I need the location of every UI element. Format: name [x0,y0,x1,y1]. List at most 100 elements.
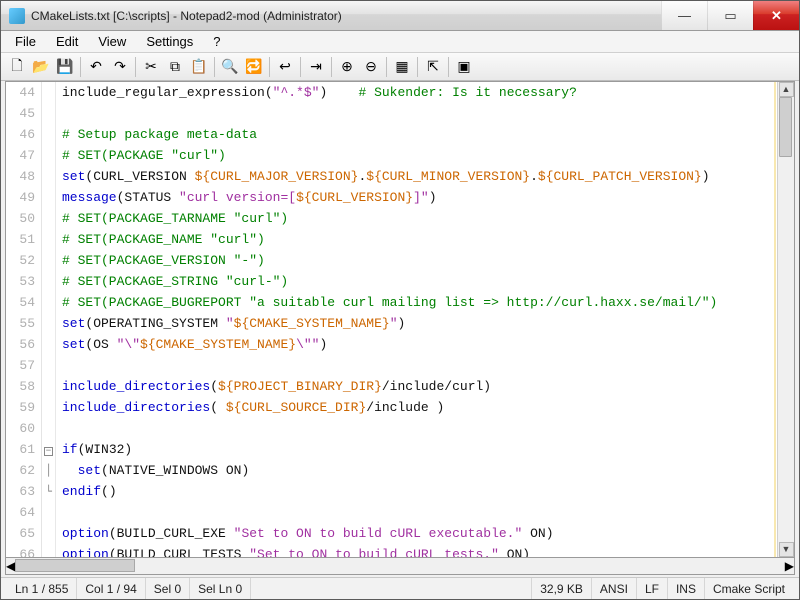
code-line[interactable]: if(WIN32) [62,439,777,460]
line-number[interactable]: 49 [6,187,35,208]
line-number[interactable]: 44 [6,82,35,103]
redo-icon[interactable]: ↷ [109,56,131,78]
line-number[interactable]: 64 [6,502,35,523]
code-area[interactable]: include_regular_expression("^.*$") # Suk… [56,82,777,557]
code-line[interactable] [62,418,777,439]
line-number[interactable]: 59 [6,397,35,418]
code-line[interactable]: # SET(PACKAGE_TARNAME "curl") [62,208,777,229]
code-line[interactable]: endif() [62,481,777,502]
code-line[interactable]: # Setup package meta-data [62,124,777,145]
status-col[interactable]: Col 1 / 94 [77,578,145,599]
editor[interactable]: 4445464748495051525354555657585960616263… [5,81,795,558]
status-mode[interactable]: INS [668,578,705,599]
line-number[interactable]: 55 [6,313,35,334]
code-line[interactable]: option(BUILD_CURL_EXE "Set to ON to buil… [62,523,777,544]
app-icon [9,8,25,24]
fold-marker[interactable]: │ [42,460,55,481]
zoom-in-icon[interactable]: ⊕ [336,56,358,78]
maximize-button[interactable]: ▭ [707,1,753,30]
vertical-scrollbar[interactable]: ▲ ▼ [777,82,794,557]
open-file-icon[interactable]: 📂 [30,56,52,78]
hscroll-thumb[interactable] [15,559,135,572]
line-number[interactable]: 62 [6,460,35,481]
vscroll-thumb[interactable] [779,97,792,157]
status-encoding[interactable]: ANSI [592,578,637,599]
fold-column[interactable]: −│└ [42,82,56,557]
line-number[interactable]: 58 [6,376,35,397]
wordwrap-icon[interactable]: ↩ [274,56,296,78]
line-number[interactable]: 50 [6,208,35,229]
line-number[interactable]: 45 [6,103,35,124]
line-number[interactable]: 48 [6,166,35,187]
code-line[interactable]: option(BUILD_CURL_TESTS "Set to ON to bu… [62,544,777,558]
replace-icon[interactable]: 🔁 [243,56,265,78]
code-line[interactable] [62,103,777,124]
code-line[interactable] [62,355,777,376]
status-sel[interactable]: Sel 0 [146,578,190,599]
line-number[interactable]: 54 [6,292,35,313]
status-eol[interactable]: LF [637,578,668,599]
scroll-left-icon[interactable]: ◀ [6,559,15,573]
code-line[interactable]: # SET(PACKAGE_BUGREPORT "a suitable curl… [62,292,777,313]
code-line[interactable]: include_directories( ${CURL_SOURCE_DIR}/… [62,397,777,418]
scheme-icon[interactable]: ▦ [391,56,413,78]
line-number[interactable]: 47 [6,145,35,166]
ontop-icon[interactable]: ⇱ [422,56,444,78]
code-line[interactable]: message(STATUS "curl version=[${CURL_VER… [62,187,777,208]
minimize-button[interactable]: — [661,1,707,30]
run-icon[interactable]: ▣ [453,56,475,78]
copy-icon[interactable]: ⧉ [164,56,186,78]
indent-icon[interactable]: ⇥ [305,56,327,78]
line-number[interactable]: 46 [6,124,35,145]
code-line[interactable]: set(CURL_VERSION ${CURL_MAJOR_VERSION}.$… [62,166,777,187]
code-line[interactable]: set(OPERATING_SYSTEM "${CMAKE_SYSTEM_NAM… [62,313,777,334]
fold-marker[interactable]: − [42,439,55,460]
line-number[interactable]: 57 [6,355,35,376]
status-sel-ln[interactable]: Sel Ln 0 [190,578,251,599]
menu-view[interactable]: View [90,32,134,51]
code-line[interactable] [62,502,777,523]
paste-icon[interactable]: 📋 [188,56,210,78]
line-number[interactable]: 60 [6,418,35,439]
fold-empty [42,397,55,418]
toolbar-separator [417,57,418,77]
code-line[interactable]: # SET(PACKAGE_NAME "curl") [62,229,777,250]
menu-settings[interactable]: Settings [138,32,201,51]
code-line[interactable]: # SET(PACKAGE_VERSION "-") [62,250,777,271]
undo-icon[interactable]: ↶ [85,56,107,78]
cut-icon[interactable]: ✂ [140,56,162,78]
status-size[interactable]: 32,9 KB [532,578,592,599]
scroll-up-icon[interactable]: ▲ [779,82,794,97]
scroll-right-icon[interactable]: ▶ [785,559,794,573]
status-lexer[interactable]: Cmake Script [705,578,793,599]
line-number[interactable]: 53 [6,271,35,292]
line-number[interactable]: 56 [6,334,35,355]
line-number[interactable]: 61 [6,439,35,460]
new-file-icon[interactable]: 🗋 [6,56,28,78]
close-button[interactable]: ✕ [753,1,799,30]
code-line[interactable]: include_regular_expression("^.*$") # Suk… [62,82,777,103]
fold-marker[interactable]: └ [42,481,55,502]
line-number[interactable]: 51 [6,229,35,250]
fold-empty [42,82,55,103]
line-number[interactable]: 63 [6,481,35,502]
line-number-gutter[interactable]: 4445464748495051525354555657585960616263… [6,82,42,557]
zoom-out-icon[interactable]: ⊖ [360,56,382,78]
line-number[interactable]: 52 [6,250,35,271]
code-line[interactable]: set(NATIVE_WINDOWS ON) [62,460,777,481]
menu-edit[interactable]: Edit [48,32,86,51]
scroll-down-icon[interactable]: ▼ [779,542,794,557]
find-icon[interactable]: 🔍 [219,56,241,78]
line-number[interactable]: 66 [6,544,35,558]
horizontal-scrollbar[interactable]: ◀ ▶ [5,558,795,575]
line-number[interactable]: 65 [6,523,35,544]
titlebar[interactable]: CMakeLists.txt [C:\scripts] - Notepad2-m… [1,1,799,31]
code-line[interactable]: include_directories(${PROJECT_BINARY_DIR… [62,376,777,397]
code-line[interactable]: set(OS "\"${CMAKE_SYSTEM_NAME}\"") [62,334,777,355]
status-line[interactable]: Ln 1 / 855 [7,578,77,599]
menu-file[interactable]: File [7,32,44,51]
menu-help[interactable]: ? [205,32,228,51]
code-line[interactable]: # SET(PACKAGE "curl") [62,145,777,166]
save-icon[interactable]: 💾 [54,56,76,78]
code-line[interactable]: # SET(PACKAGE_STRING "curl-") [62,271,777,292]
